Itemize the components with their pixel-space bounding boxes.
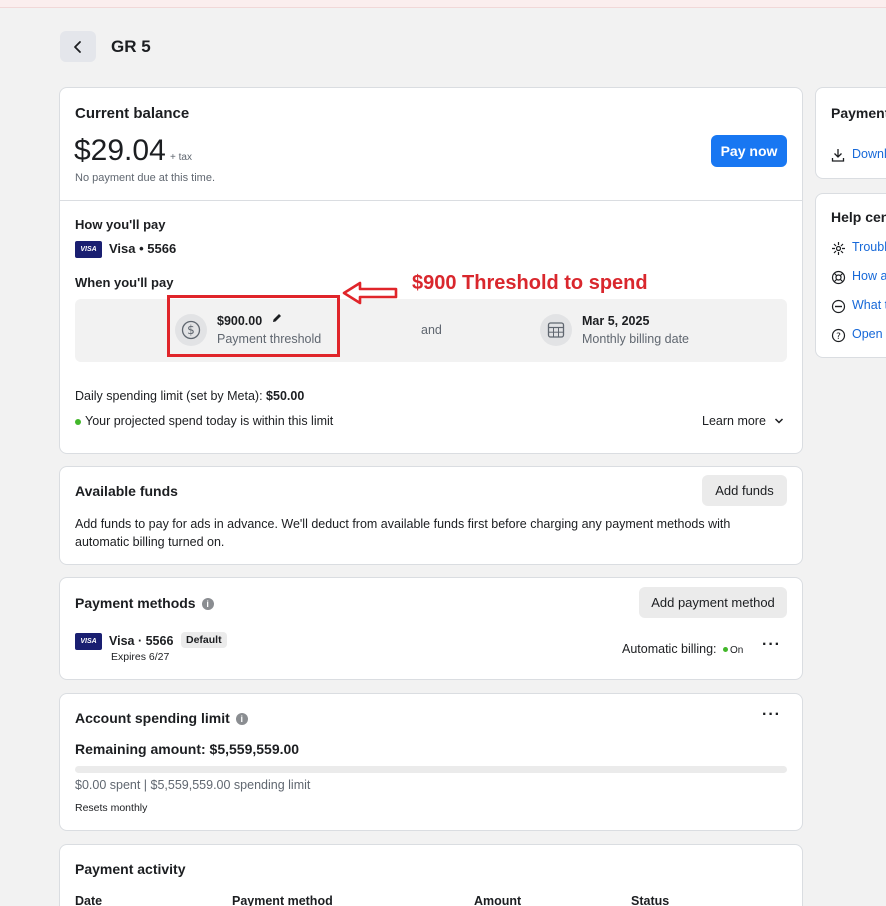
visa-card-icon: VISA [75, 241, 102, 258]
troubleshoot-icon [830, 240, 846, 256]
and-text: and [421, 323, 442, 337]
annotation-highlight-box [167, 295, 340, 357]
balance-divider [60, 200, 802, 201]
add-payment-method-button[interactable]: Add payment method [639, 587, 787, 618]
column-header-date[interactable]: Date [75, 894, 102, 906]
sidebar-payment-title: Payment [831, 105, 886, 121]
help-center-title: Help cen [831, 209, 886, 225]
payment-method-card: Visa · 5566 [109, 634, 174, 648]
page-header: GR 5 [60, 31, 151, 62]
sidebar-help-card: Help cen Troubl How a What t ? Open t [815, 193, 886, 358]
auto-billing-label: Automatic billing: [622, 642, 717, 656]
sidebar-payment-card: Payment Downl [815, 87, 886, 179]
billing-date-value: Mar 5, 2025 [582, 314, 650, 328]
chevron-down-icon [775, 418, 784, 424]
annotation-arrow-icon [342, 281, 398, 305]
info-icon[interactable]: i [201, 598, 214, 611]
payment-methods-title-text: Payment methods [75, 595, 196, 611]
daily-limit-status-text: Your projected spend today is within thi… [85, 414, 334, 428]
automatic-billing-status: Automatic billing: On [622, 642, 743, 656]
download-link[interactable]: Downl [852, 147, 886, 161]
status-dot [722, 647, 728, 653]
resets-text: Resets monthly [75, 802, 148, 814]
column-header-status[interactable]: Status [631, 894, 669, 906]
payment-methods-title: Payment methods i [75, 595, 214, 611]
default-badge: Default [181, 632, 227, 648]
page-title: GR 5 [111, 36, 151, 56]
more-options-icon[interactable]: ··· [762, 706, 781, 724]
current-balance-title: Current balance [75, 105, 190, 122]
balance-tax: + tax [170, 152, 192, 163]
top-notification-strip [0, 0, 886, 8]
daily-limit-label: Daily spending limit (set by Meta): [75, 389, 267, 403]
download-icon [830, 147, 846, 163]
minus-circle-icon [830, 298, 846, 314]
spending-limit-card: Account spending limit i ··· Remaining am… [59, 693, 803, 831]
pay-now-button[interactable]: Pay now [711, 135, 787, 167]
how-you-pay-title: How you'll pay [75, 217, 166, 232]
help-link-3[interactable]: What t [852, 298, 886, 312]
more-options-icon[interactable]: ··· [762, 636, 781, 654]
add-funds-button[interactable]: Add funds [702, 475, 787, 506]
question-circle-icon: ? [830, 327, 846, 343]
payment-activity-card: Payment activity Date Payment method Amo… [59, 844, 803, 906]
learn-more-link[interactable]: Learn more [702, 414, 784, 428]
payment-methods-card: Payment methods i Add payment method VISA… [59, 577, 803, 680]
help-link-4[interactable]: Open t [852, 327, 886, 341]
column-header-amount[interactable]: Amount [474, 894, 521, 906]
calendar-icon [540, 314, 572, 346]
annotation-text: $900 Threshold to spend [412, 272, 648, 294]
help-link-1[interactable]: Troubl [852, 240, 886, 254]
balance-amount: $29.04 [74, 134, 166, 167]
balance-note: No payment due at this time. [75, 172, 216, 184]
available-funds-card: Available funds Add funds Add funds to p… [59, 466, 803, 565]
spending-limit-title-text: Account spending limit [75, 710, 230, 726]
auto-billing-value: On [729, 645, 744, 656]
spent-summary: $0.00 spent | $5,559,559.00 spending lim… [75, 778, 311, 792]
card-expires: Expires 6/27 [111, 651, 170, 663]
back-button[interactable] [60, 31, 96, 62]
available-funds-title: Available funds [75, 483, 178, 499]
daily-limit-value: $50.00 [266, 389, 305, 403]
available-funds-description: Add funds to pay for ads in advance. We'… [75, 517, 731, 549]
svg-text:?: ? [836, 331, 841, 341]
chevron-left-icon [74, 40, 81, 53]
when-you-pay-title: When you'll pay [75, 275, 174, 290]
status-dot [75, 418, 81, 425]
help-link-2[interactable]: How a [852, 269, 886, 283]
payment-activity-title: Payment activity [75, 861, 186, 877]
learn-more-label: Learn more [702, 414, 766, 428]
column-header-payment-method[interactable]: Payment method [232, 894, 333, 906]
remaining-amount: Remaining amount: $5,559,559.00 [75, 741, 300, 757]
info-icon[interactable]: i [235, 713, 248, 726]
balance-card: Current balance $29.04 + tax No payment … [59, 87, 803, 454]
spending-limit-title: Account spending limit i [75, 710, 248, 726]
daily-limit-status: Your projected spend today is within thi… [75, 414, 333, 428]
visa-card-icon: VISA [75, 633, 102, 650]
lifebuoy-icon [830, 269, 846, 285]
spending-progress-bar [75, 766, 787, 773]
daily-limit-line: Daily spending limit (set by Meta): $50.… [75, 389, 304, 403]
how-pay-card: Visa • 5566 [109, 241, 177, 256]
billing-date-label: Monthly billing date [582, 332, 690, 346]
